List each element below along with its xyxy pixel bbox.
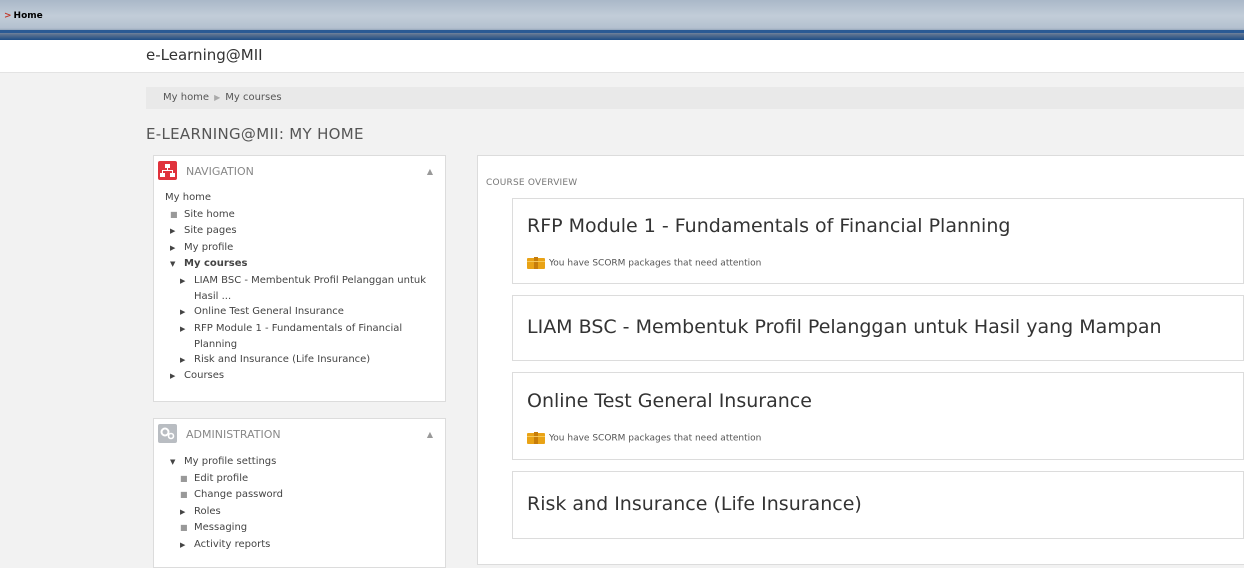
bullet-icon: ■ xyxy=(180,490,188,500)
nav-item-course-rfp[interactable]: ▶ RFP Module 1 - Fundamentals of Financia… xyxy=(180,321,426,352)
header-stripe xyxy=(0,30,1244,33)
collapse-icon[interactable]: ▲ xyxy=(427,167,433,176)
course-title[interactable]: Risk and Insurance (Life Insurance) xyxy=(527,493,862,515)
navigation-block: NAVIGATION ▲ My home ■ Site home ▶ Site pa… xyxy=(153,155,446,402)
expand-icon: ▶ xyxy=(170,243,176,252)
nav-item-course-online-test[interactable]: ▶ Online Test General Insurance xyxy=(180,304,426,321)
site-name[interactable]: e-Learning@MII xyxy=(146,46,263,64)
sitemap-icon xyxy=(158,161,177,180)
course-card[interactable]: Risk and Insurance (Life Insurance) xyxy=(512,471,1244,539)
admin-item-messaging[interactable]: ■ Messaging xyxy=(180,520,283,537)
collapse-icon[interactable]: ▲ xyxy=(427,430,433,439)
expand-icon: ▶ xyxy=(180,324,186,333)
course-card[interactable]: LIAM BSC - Membentuk Profil Pelanggan un… xyxy=(512,295,1244,361)
expand-icon: ▶ xyxy=(180,307,186,316)
nav-item-my-home[interactable]: My home xyxy=(165,190,426,207)
scorm-notice: You have SCORM packages that need attent… xyxy=(527,257,761,269)
administration-block-header[interactable]: ADMINISTRATION ▲ xyxy=(154,419,445,449)
admin-item-activity-reports[interactable]: ▶ Activity reports xyxy=(180,537,283,554)
breadcrumb-separator-icon: ▶ xyxy=(214,93,221,102)
navigation-block-title: NAVIGATION xyxy=(186,165,254,178)
home-link[interactable]: > Home xyxy=(4,11,43,21)
administration-tree: ▼ My profile settings ■ Edit profile ■ Chan… xyxy=(165,454,283,554)
breadcrumb-my-courses[interactable]: My courses xyxy=(225,92,281,103)
chevron-right-icon: > xyxy=(4,11,12,21)
administration-block: ADMINISTRATION ▲ ▼ My profile settings ■ E… xyxy=(153,418,446,568)
course-title[interactable]: Online Test General Insurance xyxy=(527,390,812,412)
admin-item-edit-profile[interactable]: ■ Edit profile xyxy=(180,471,283,488)
scorm-notice: You have SCORM packages that need attent… xyxy=(527,432,761,444)
nav-item-course-risk[interactable]: ▶ Risk and Insurance (Life Insurance) xyxy=(180,352,426,369)
expand-icon: ▶ xyxy=(170,372,176,381)
page-title: E-LEARNING@MII: MY HOME xyxy=(146,125,364,143)
top-navbar: > Home xyxy=(0,0,1244,40)
expand-icon: ▶ xyxy=(170,227,176,236)
course-card[interactable]: Online Test General Insurance You have S… xyxy=(512,372,1244,460)
expand-icon: ▶ xyxy=(180,507,186,516)
expand-icon: ▶ xyxy=(180,276,186,285)
site-header: e-Learning@MII xyxy=(0,40,1244,73)
nav-item-site-home[interactable]: ■ Site home xyxy=(170,207,426,224)
nav-item-courses[interactable]: ▶ Courses xyxy=(170,368,426,385)
scorm-package-icon xyxy=(527,257,545,269)
bullet-icon: ■ xyxy=(170,209,178,219)
course-card[interactable]: RFP Module 1 - Fundamentals of Financial… xyxy=(512,198,1244,284)
admin-item-change-password[interactable]: ■ Change password xyxy=(180,487,283,504)
collapse-arrow-icon: ▼ xyxy=(170,260,176,269)
breadcrumb: My home ▶ My courses xyxy=(146,87,1244,109)
expand-icon: ▶ xyxy=(180,540,186,549)
course-overview-title: COURSE OVERVIEW xyxy=(486,178,578,188)
course-title[interactable]: LIAM BSC - Membentuk Profil Pelanggan un… xyxy=(527,316,1162,338)
settings-icon xyxy=(158,424,177,443)
navigation-block-header[interactable]: NAVIGATION ▲ xyxy=(154,156,445,186)
bullet-icon: ■ xyxy=(180,523,188,533)
bullet-icon: ■ xyxy=(180,473,188,483)
navigation-tree: My home ■ Site home ▶ Site pages ▶ My profi… xyxy=(165,190,426,385)
nav-item-my-profile[interactable]: ▶ My profile xyxy=(170,240,426,257)
admin-item-roles[interactable]: ▶ Roles xyxy=(180,504,283,521)
admin-item-profile-settings[interactable]: ▼ My profile settings xyxy=(170,454,283,471)
expand-icon: ▶ xyxy=(180,355,186,364)
scorm-package-icon xyxy=(527,432,545,444)
course-title[interactable]: RFP Module 1 - Fundamentals of Financial… xyxy=(527,215,1010,237)
administration-block-title: ADMINISTRATION xyxy=(186,428,281,441)
collapse-arrow-icon: ▼ xyxy=(170,458,176,466)
nav-item-site-pages[interactable]: ▶ Site pages xyxy=(170,223,426,240)
nav-item-my-courses[interactable]: ▼ My courses xyxy=(170,256,426,273)
nav-item-course-liam[interactable]: ▶ LIAM BSC - Membentuk Profil Pelanggan u… xyxy=(180,273,426,304)
breadcrumb-my-home[interactable]: My home xyxy=(163,92,209,103)
